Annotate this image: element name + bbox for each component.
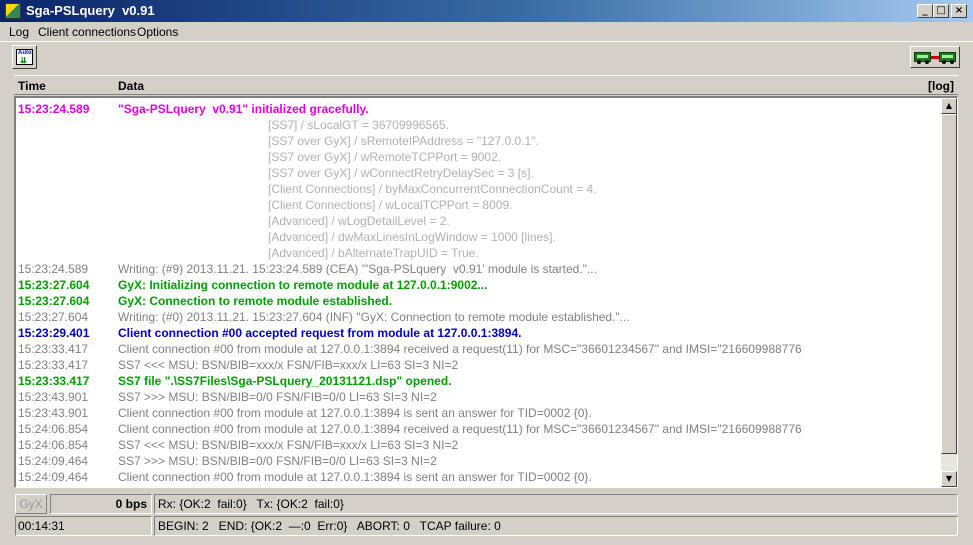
log-text: [Advanced] / dwMaxLinesInLogWindow = 100…: [268, 230, 556, 244]
log-line: 15:23:43.901 SS7 >>> MSU: BSN/BIB=0/0 FSN…: [18, 389, 938, 405]
menu-log[interactable]: Log: [9, 25, 29, 39]
log-time: 15:23:33.417: [18, 374, 90, 388]
wheel-icon: [925, 60, 929, 64]
log-text: [Advanced] / wLogDetailLevel = 2.: [268, 214, 450, 228]
log-text: Client connection #00 from module at 127…: [118, 342, 802, 356]
log-line: [SS7] / sLocalGT = 36709996565.: [18, 117, 938, 133]
log-line: 15:23:27.604 Writing: (#0) 2013.11.21. 15…: [18, 309, 938, 325]
column-data[interactable]: Data: [118, 79, 144, 93]
log-line: 15:24:06.854 SS7 <<< MSU: BSN/BIB=xxx/x F…: [18, 437, 938, 453]
log-line: [SS7 over GyX] / sRemoteIPAddress = "127…: [18, 133, 938, 149]
log-line: 15:23:27.604 GyX: Connection to remote mo…: [18, 293, 938, 309]
log-line: 15:24:09.464 Client connection #00 from m…: [18, 469, 938, 485]
log-text: "Sga-PSLquery v0.91" initialized gracefu…: [118, 102, 369, 116]
connection-status-button[interactable]: [910, 46, 960, 68]
log-text: Client connection #00 from module at 127…: [118, 422, 802, 436]
close-button[interactable]: ×: [951, 4, 967, 18]
log-time: 15:24:06.854: [18, 438, 89, 452]
menu-bar: Log Client connections Options: [0, 22, 973, 41]
log-line: 15:23:29.401 Client connection #00 accept…: [18, 325, 938, 341]
log-text: SS7 >>> MSU: BSN/BIB=0/0 FSN/FIB=0/0 LI=…: [118, 390, 437, 404]
app-icon[interactable]: [5, 3, 21, 19]
log-text: [Client Connections] / wLocalTCPPort = 8…: [268, 198, 513, 212]
log-time: 15:24:09.464: [18, 470, 89, 484]
bps-status: 0 bps: [50, 494, 152, 514]
minimize-button[interactable]: _: [917, 4, 933, 18]
rx-tx-status: Rx: {OK:2 fail:0} Tx: {OK:2 fail:0}: [154, 494, 958, 514]
transaction-counters-status: BEGIN: 2 END: {OK:2 —:0 Err:0} ABORT: 0 …: [154, 516, 958, 536]
log-line: 15:23:43.901 Client connection #00 from m…: [18, 405, 938, 421]
log-text: [SS7 over GyX] / sRemoteIPAddress = "127…: [268, 134, 539, 148]
log-time: 15:24:06.854: [18, 422, 89, 436]
log-text: [SS7 over GyX] / wConnectRetryDelaySec =…: [268, 166, 534, 180]
menu-options[interactable]: Options: [137, 25, 178, 39]
log-line: 15:23:33.417 SS7 file ".\SS7Files\Sga-PSL…: [18, 373, 938, 389]
auto-scroll-icon: Auto ⇊: [16, 49, 33, 65]
scroll-down-button[interactable]: ▼: [941, 471, 957, 487]
log-line: 15:23:27.604 GyX: Initializing connection…: [18, 277, 938, 293]
log-line: [Client Connections] / wLocalTCPPort = 8…: [18, 197, 938, 213]
log-text: Client connection #00 from module at 127…: [118, 470, 592, 484]
column-log[interactable]: [log]: [928, 79, 954, 93]
log-line: 15:24:06.854 Client connection #00 from m…: [18, 421, 938, 437]
vertical-scrollbar[interactable]: ▲ ▼: [941, 98, 957, 487]
log-time: 15:23:27.604: [18, 294, 90, 308]
log-line: [Advanced] / bAlternateTrapUID = True.: [18, 245, 938, 261]
menu-client-connections[interactable]: Client connections: [38, 25, 136, 39]
log-time: 15:23:33.417: [18, 342, 89, 356]
log-time: 15:23:27.604: [18, 310, 89, 324]
toolbar: Auto ⇊: [0, 41, 973, 72]
log-text: SS7 <<< MSU: BSN/BIB=xxx/x FSN/FIB=xxx/x…: [118, 358, 459, 372]
log-line: 15:23:33.417 Client connection #00 from m…: [18, 341, 938, 357]
log-line: [Advanced] / dwMaxLinesInLogWindow = 100…: [18, 229, 938, 245]
log-line: [SS7 over GyX] / wRemoteTCPPort = 9002.: [18, 149, 938, 165]
log-text: [SS7 over GyX] / wRemoteTCPPort = 9002.: [268, 150, 502, 164]
log-text: Writing: (#9) 2013.11.21. 15:23:24.589 (…: [118, 262, 597, 276]
title-bar: Sga-PSLquery v0.91 _ □ ×: [0, 0, 973, 22]
log-lines: 15:23:24.589 "Sga-PSLquery v0.91" initial…: [18, 101, 938, 485]
log-text: Writing: (#0) 2013.11.21. 15:23:27.604 (…: [118, 310, 630, 324]
wheel-icon: [917, 60, 921, 64]
log-time: 15:23:24.589: [18, 102, 90, 116]
log-line: 15:23:24.589 Writing: (#9) 2013.11.21. 15…: [18, 261, 938, 277]
maximize-button[interactable]: □: [933, 4, 949, 18]
log-time: 15:23:43.901: [18, 390, 89, 404]
wheel-icon: [942, 60, 946, 64]
log-line: [Client Connections] / byMaxConcurrentCo…: [18, 181, 938, 197]
log-line: [Advanced] / wLogDetailLevel = 2.: [18, 213, 938, 229]
window-title: Sga-PSLquery v0.91: [26, 3, 155, 18]
log-window[interactable]: 15:23:24.589 "Sga-PSLquery v0.91" initial…: [14, 96, 958, 488]
log-text: [Client Connections] / byMaxConcurrentCo…: [268, 182, 597, 196]
log-time: 15:24:09.464: [18, 454, 89, 468]
scroll-thumb[interactable]: [941, 114, 957, 454]
column-time[interactable]: Time: [18, 79, 46, 93]
log-column-header: Time Data [log]: [14, 75, 958, 95]
log-line: 15:24:09.464 SS7 >>> MSU: BSN/BIB=0/0 FSN…: [18, 453, 938, 469]
log-text: [SS7] / sLocalGT = 36709996565.: [268, 118, 449, 132]
log-text: Client connection #00 from module at 127…: [118, 406, 592, 420]
uptime-status: 00:14:31: [15, 516, 152, 536]
gyx-status: GyX: [15, 494, 47, 514]
log-time: 15:23:27.604: [18, 278, 90, 292]
log-time: 15:23:43.901: [18, 406, 89, 420]
log-text: SS7 file ".\SS7Files\Sga-PSLquery_201311…: [118, 374, 452, 388]
log-text: GyX: Initializing connection to remote m…: [118, 278, 488, 292]
log-time: 15:23:33.417: [18, 358, 89, 372]
log-text: GyX: Connection to remote module establi…: [118, 294, 393, 308]
scroll-up-button[interactable]: ▲: [941, 98, 957, 114]
auto-scroll-button[interactable]: Auto ⇊: [12, 45, 37, 69]
log-time: 15:23:24.589: [18, 262, 89, 276]
down-arrow-icon: ⇊: [20, 56, 27, 65]
log-time: 15:23:29.401: [18, 326, 90, 340]
log-text: Client connection #00 accepted request f…: [118, 326, 522, 340]
log-text: SS7 <<< MSU: BSN/BIB=xxx/x FSN/FIB=xxx/x…: [118, 438, 459, 452]
log-text: SS7 >>> MSU: BSN/BIB=0/0 FSN/FIB=0/0 LI=…: [118, 454, 437, 468]
log-line: [SS7 over GyX] / wConnectRetryDelaySec =…: [18, 165, 938, 181]
wheel-icon: [950, 60, 954, 64]
log-line: 15:23:33.417 SS7 <<< MSU: BSN/BIB=xxx/x F…: [18, 357, 938, 373]
log-line: 15:23:24.589 "Sga-PSLquery v0.91" initial…: [18, 101, 938, 117]
log-text: [Advanced] / bAlternateTrapUID = True.: [268, 246, 479, 260]
